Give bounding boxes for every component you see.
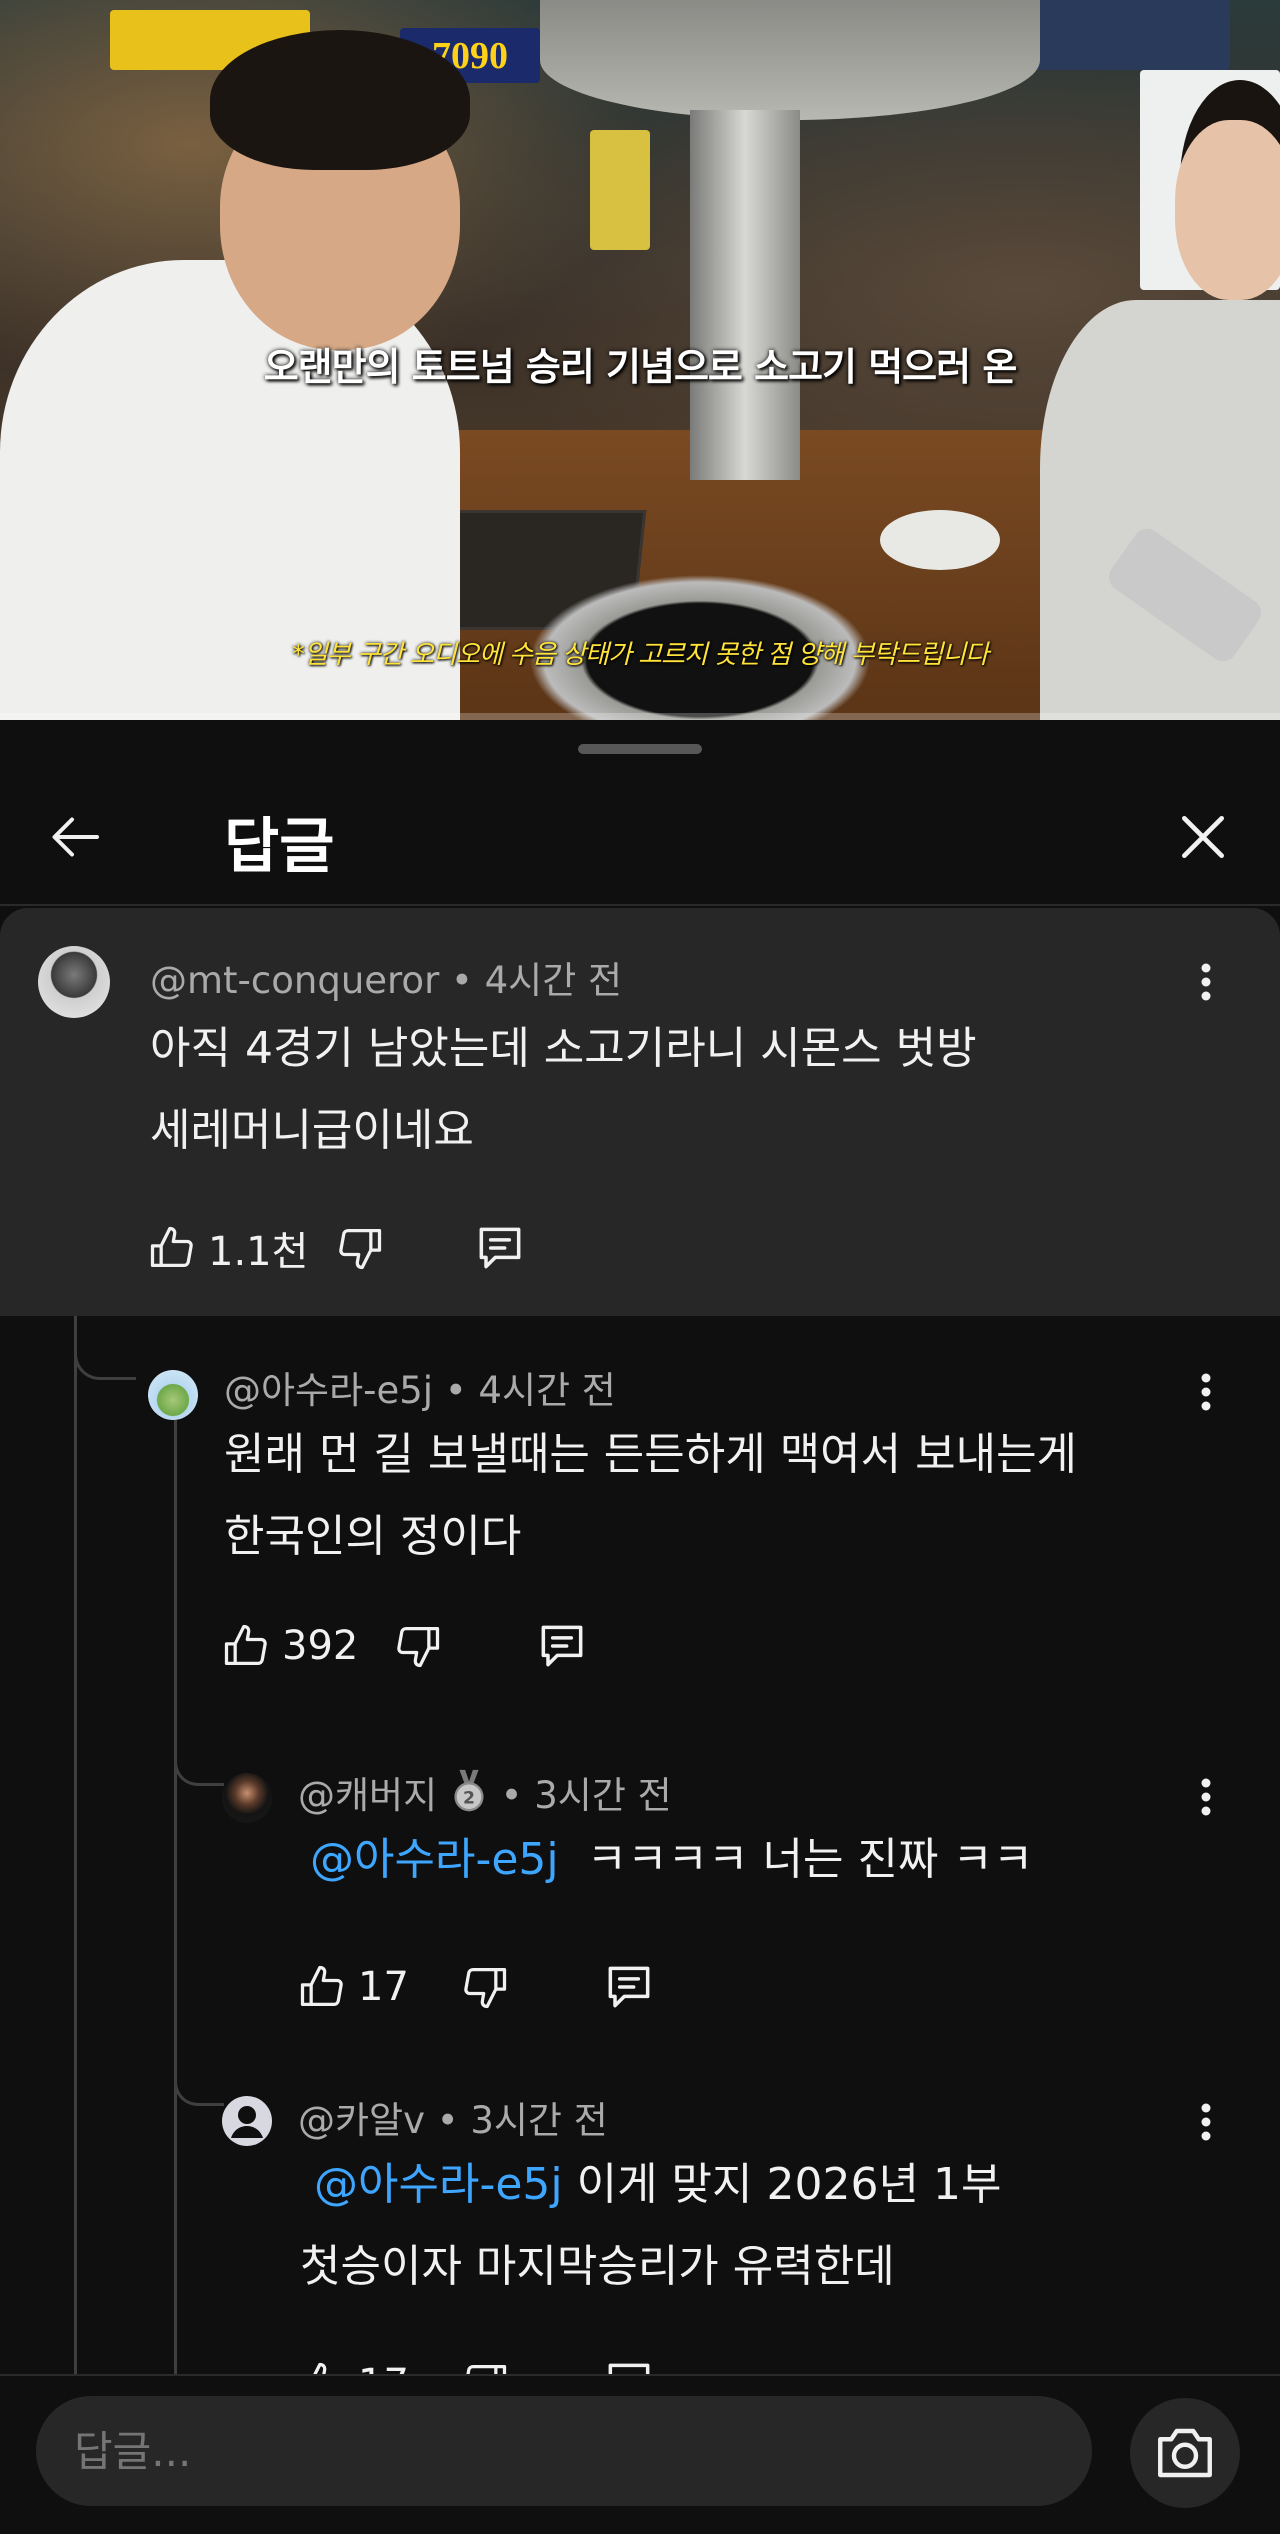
comment-time: 4시간 전 (478, 1369, 616, 1412)
reply-comment: @아수라-e5j • 4시간 전 원래 먼 길 보낼때는 든든하게 맥여서 보내… (0, 1330, 1280, 1680)
svg-text:2: 2 (463, 1788, 475, 1808)
more-options-button[interactable] (1176, 1362, 1236, 1422)
avatar[interactable] (222, 1773, 272, 1823)
reply-comment: @카알v • 3시간 전 @아수라-e5j 이게 맞지 2026년 1부 첫승이… (0, 2060, 1280, 2380)
background-sign (1030, 0, 1230, 70)
meta-separator: • (444, 1369, 467, 1412)
comment-time: 4시간 전 (484, 959, 623, 1002)
comment-meta: @mt-conqueror • 4시간 전 (150, 950, 622, 1004)
sheet-header: 답글 (0, 772, 1280, 906)
thumbs-down-icon (464, 1968, 507, 2009)
like-button[interactable]: 17 (296, 1961, 409, 2013)
dislike-button[interactable] (459, 1961, 511, 2013)
sheet-title: 답글 (224, 812, 335, 882)
comment-author[interactable]: @mt-conqueror (150, 959, 439, 1002)
more-options-button[interactable] (1176, 952, 1236, 1012)
camera-icon (1158, 2428, 1212, 2478)
like-button[interactable]: 392 (220, 1620, 358, 1672)
more-options-button[interactable] (1176, 2092, 1236, 2152)
comment-text-line: @아수라-e5j ㅋㅋㅋㅋ 너는 진짜 ㅋㅋ (310, 1819, 1033, 1901)
reply-comment: @캐버지 2 • 3시간 전 @아수라-e5j ㅋㅋㅋㅋ 너는 진짜 ㅋㅋ 17 (0, 1735, 1280, 2035)
thumbs-up-icon (224, 1624, 267, 1665)
more-vert-icon (1201, 1778, 1211, 1816)
woman-face (1175, 120, 1280, 300)
comment-text: 아직 4경기 남았는데 소고기라니 시몬스 벗방 세레머니급이네요 (150, 1008, 977, 1172)
more-vert-icon (1201, 963, 1211, 1001)
like-count: 1.1천 (208, 1229, 309, 1275)
back-button[interactable] (32, 792, 122, 882)
comment-icon (480, 1227, 521, 1269)
more-vert-icon (1201, 2103, 1211, 2141)
man-hair (210, 30, 470, 170)
comment-time: 3시간 전 (534, 1774, 672, 1817)
meta-separator: • (500, 1774, 523, 1817)
like-count: 17 (358, 1964, 409, 2010)
reply-input[interactable] (36, 2396, 1092, 2506)
comment-meta: @캐버지 2 • 3시간 전 (298, 1765, 672, 1819)
dislike-button[interactable] (392, 1620, 444, 1672)
comment-author[interactable]: @캐버지 (298, 1774, 437, 1817)
comment-text-span: 이게 맞지 2026년 1부 (576, 2159, 1002, 2210)
comment-icon (541, 1625, 583, 1667)
dislike-button[interactable] (334, 1222, 386, 1274)
medal-icon: 2 (454, 1769, 484, 1812)
thumbs-up-icon (300, 1965, 343, 2006)
bowl (880, 510, 1000, 570)
comment-icon (608, 1966, 650, 2008)
default-avatar-icon (231, 2106, 263, 2138)
thumbs-down-icon (339, 1229, 382, 1270)
avatar[interactable] (222, 2096, 272, 2146)
comment-meta: @카알v • 3시간 전 (298, 2090, 608, 2144)
like-button[interactable]: 1.1천 (146, 1219, 308, 1277)
comment-text-line: 아직 4경기 남았는데 소고기라니 시몬스 벗방 (150, 1023, 977, 1074)
close-button[interactable] (1158, 792, 1248, 882)
more-options-button[interactable] (1176, 1767, 1236, 1827)
video-notice-caption: *일부 구간 오디오에 수음 상태가 고르지 못한 점 양해 부탁드립니다 (291, 640, 989, 670)
arrow-left-icon (52, 817, 99, 857)
video-caption: 오랜만의 토트넘 승리 기념으로 소고기 먹으러 온 (263, 345, 1018, 389)
video-progress-bar[interactable] (0, 713, 1280, 720)
like-count: 392 (282, 1623, 359, 1669)
grill-hood (540, 0, 1040, 120)
grill-pipe (690, 110, 800, 480)
meta-separator: • (436, 2099, 459, 2142)
comment-actions: 392 (220, 1616, 590, 1676)
comment-text-line: @아수라-e5j 이게 맞지 2026년 1부 (300, 2144, 1001, 2226)
thumbs-up-icon (150, 1226, 193, 1267)
camera-button[interactable] (1130, 2398, 1240, 2508)
meta-separator: • (451, 959, 473, 1002)
avatar[interactable] (148, 1370, 198, 1420)
mention-link[interactable]: @아수라-e5j (314, 2159, 563, 2210)
reply-button[interactable] (534, 1618, 590, 1674)
mention-link[interactable]: @아수라-e5j (310, 1834, 559, 1885)
comment-text: @아수라-e5j 이게 맞지 2026년 1부 첫승이자 마지막승리가 유력한데 (300, 2144, 1001, 2308)
comment-author[interactable]: @아수라-e5j (224, 1369, 433, 1412)
comment-time: 3시간 전 (470, 2099, 608, 2142)
drag-handle[interactable] (578, 744, 702, 754)
comment-meta: @아수라-e5j • 4시간 전 (224, 1360, 616, 1414)
comment-text-line: 세레머니급이네요 (150, 1105, 474, 1156)
more-vert-icon (1201, 1373, 1211, 1411)
thumbs-down-icon (397, 1627, 440, 1668)
parent-comment: @mt-conqueror • 4시간 전 아직 4경기 남았는데 소고기라니 … (0, 908, 1280, 1316)
reply-button[interactable] (601, 1959, 657, 2015)
close-icon (1182, 816, 1224, 858)
comment-text: 원래 먼 길 보낼때는 든든하게 맥여서 보내는게 한국인의 정이다 (224, 1414, 1077, 1578)
comment-actions: 1.1천 (146, 1218, 528, 1278)
reply-compose-bar (0, 2374, 1280, 2534)
background-sign (590, 130, 650, 250)
comment-text: @아수라-e5j ㅋㅋㅋㅋ 너는 진짜 ㅋㅋ (310, 1819, 1033, 1901)
video-player[interactable]: 7090 오랜만의 토트넘 승리 기념으로 소고기 먹으러 온 *일부 구간 오… (0, 0, 1280, 720)
comment-text-line: 첫승이자 마지막승리가 유력한데 (300, 2241, 895, 2292)
reply-button[interactable] (472, 1220, 528, 1276)
avatar[interactable] (38, 946, 110, 1018)
comment-text-span: ㅋㅋㅋㅋ 너는 진짜 ㅋㅋ (586, 1834, 1034, 1885)
comment-text-line: 한국인의 정이다 (224, 1511, 522, 1562)
comment-text-line: 원래 먼 길 보낼때는 든든하게 맥여서 보내는게 (224, 1429, 1078, 1480)
replies-sheet: 답글 @mt-conqueror • 4시간 전 아직 4경기 남았는데 소고기… (0, 720, 1280, 2534)
comment-actions: 17 (296, 1957, 657, 2017)
comment-author[interactable]: @카알v (298, 2099, 425, 2142)
